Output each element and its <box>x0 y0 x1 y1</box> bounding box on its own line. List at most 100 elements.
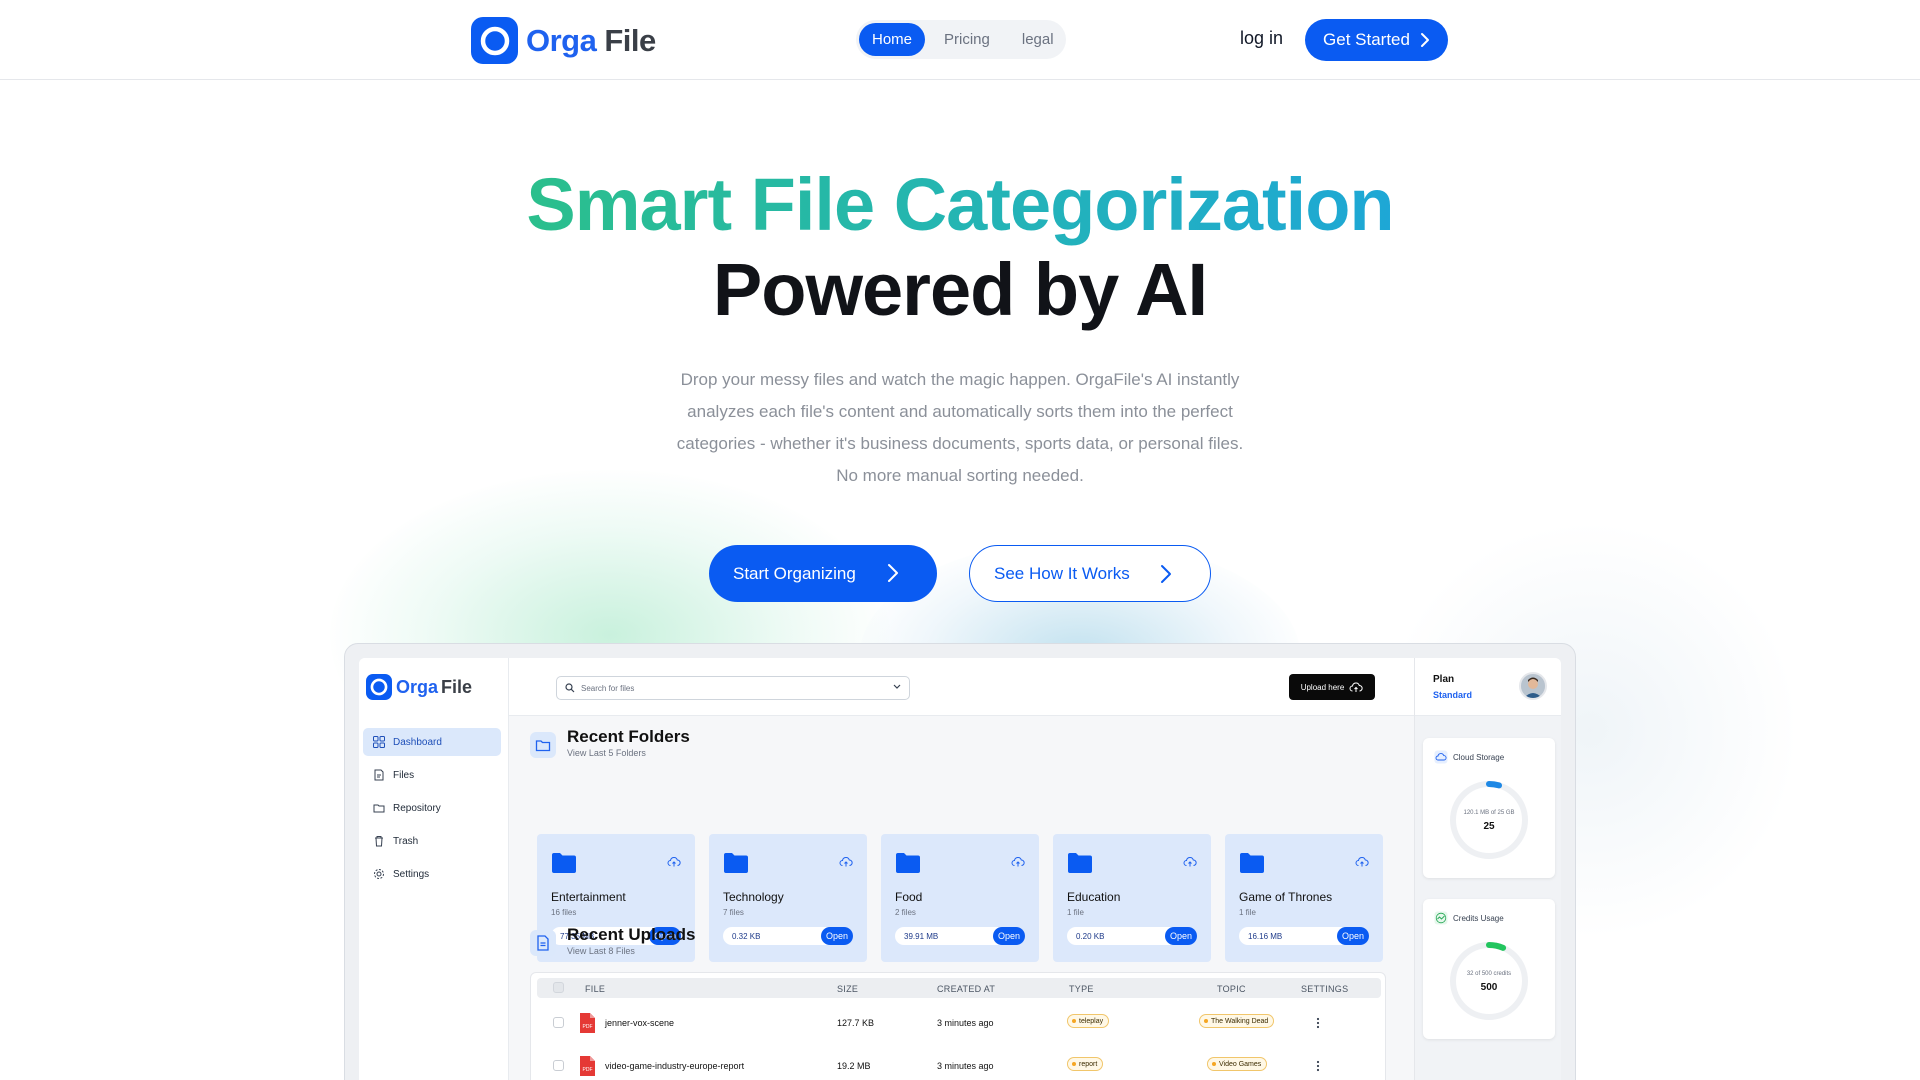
folder-footer: 0.20 KB Open <box>1067 927 1197 945</box>
row-checkbox[interactable] <box>553 1017 564 1028</box>
login-link[interactable]: log in <box>1240 28 1283 49</box>
folder-footer: 0.32 KB Open <box>723 927 853 945</box>
preview-right-panel: Plan Standard Cloud Storage 120.1 MB of … <box>1414 658 1561 1080</box>
sidebar-item-dashboard[interactable]: Dashboard <box>363 728 501 756</box>
column-header-type[interactable]: TYPE <box>1069 984 1094 994</box>
chevron-right-icon <box>1161 565 1171 583</box>
type-badge: report <box>1067 1057 1104 1071</box>
sidebar-item-trash[interactable]: Trash <box>363 827 501 855</box>
open-folder-button[interactable]: Open <box>821 927 853 945</box>
cloud-storage-title: Cloud Storage <box>1453 753 1505 762</box>
chevron-down-icon <box>893 684 901 689</box>
recent-uploads-subtitle: View Last 8 Files <box>567 946 635 956</box>
type-badge: teleplay <box>1067 1014 1110 1028</box>
document-icon <box>530 930 556 956</box>
brand-part-file: File <box>441 676 473 697</box>
table-row[interactable]: PDF video-game-industry-europe-report 19… <box>537 1046 1381 1080</box>
sidebar-item-label: Files <box>393 769 415 781</box>
sidebar-item-label: Dashboard <box>393 736 442 748</box>
nav-legal[interactable]: legal <box>1009 23 1067 56</box>
sidebar-item-label: Settings <box>393 868 430 880</box>
folder-file-count: 1 file <box>1239 908 1256 917</box>
folder-file-count: 16 files <box>551 908 577 917</box>
preview-brand-name: Orga File <box>396 677 472 698</box>
cloud-upload-icon <box>1011 857 1025 867</box>
site-logo[interactable]: Orga File <box>471 17 656 64</box>
more-options-icon[interactable] <box>1316 1060 1320 1072</box>
recent-uploads-title: Recent Uploads <box>567 925 696 944</box>
credits-usage-card: Credits Usage 32 of 500 credits 500 <box>1423 899 1555 1039</box>
type-badge-label: teleplay <box>1079 1017 1104 1025</box>
see-how-it-works-button[interactable]: See How It Works <box>969 545 1211 602</box>
column-header-file[interactable]: FILE <box>585 984 605 994</box>
start-organizing-button[interactable]: Start Organizing <box>709 545 937 602</box>
avatar[interactable] <box>1519 672 1547 700</box>
preview-main: Recent Folders View Last 5 Folders Enter… <box>509 716 1414 1080</box>
cloud-upload-icon <box>1183 857 1197 867</box>
plan-header: Plan Standard <box>1415 658 1561 716</box>
table-header: FILE SIZE CREATED AT TYPE TOPIC SETTINGS <box>537 978 1381 998</box>
svg-text:PDF: PDF <box>583 1024 593 1030</box>
folder-icon <box>1240 853 1264 873</box>
hero-title-line2: Powered by AI <box>712 248 1208 331</box>
open-folder-button[interactable]: Open <box>993 927 1025 945</box>
column-header-topic[interactable]: TOPIC <box>1217 984 1246 994</box>
gear-icon <box>374 869 384 879</box>
logo-icon <box>366 674 392 700</box>
nav-home[interactable]: Home <box>859 23 926 56</box>
logo-icon <box>471 17 518 64</box>
created-at: 3 minutes ago <box>937 1018 994 1028</box>
sidebar-item-files[interactable]: Files <box>363 761 501 789</box>
folder-name: Entertainment <box>551 890 626 904</box>
folder-card[interactable]: Food 2 files 39.91 MB Open <box>881 834 1039 962</box>
hero-subtitle-line: categories - whether it's business docum… <box>676 434 1244 453</box>
type-badge-label: report <box>1079 1060 1098 1068</box>
topic-badge: Video Games <box>1207 1057 1268 1071</box>
pdf-file-icon: PDF <box>580 1056 595 1076</box>
column-header-created[interactable]: CREATED AT <box>937 984 995 994</box>
file-name: jenner-vox-scene <box>605 1018 675 1028</box>
folder-size: 0.20 KB <box>1076 932 1105 941</box>
preview-logo: Orga File <box>366 674 472 700</box>
folder-icon <box>552 853 576 873</box>
chevron-right-icon <box>1420 33 1429 47</box>
column-header-size[interactable]: SIZE <box>837 984 858 994</box>
created-at: 3 minutes ago <box>937 1061 994 1071</box>
folder-card[interactable]: Technology 7 files 0.32 KB Open <box>709 834 867 962</box>
nav-pricing[interactable]: Pricing <box>931 23 1003 56</box>
folder-icon <box>530 732 556 758</box>
upload-button[interactable]: Upload here <box>1289 674 1375 700</box>
sidebar-item-settings[interactable]: Settings <box>363 860 501 888</box>
credits-usage-ring <box>1450 942 1528 1020</box>
folder-name: Technology <box>723 890 784 904</box>
search-input[interactable]: Search for files <box>556 676 910 700</box>
folder-name: Education <box>1067 890 1121 904</box>
credits-usage-value: 500 <box>1480 982 1498 993</box>
file-size: 127.7 KB <box>837 1018 875 1028</box>
sidebar-item-repository[interactable]: Repository <box>363 794 501 822</box>
file-name: video-game-industry-europe-report <box>605 1061 745 1071</box>
row-checkbox[interactable] <box>553 1060 564 1071</box>
more-options-icon[interactable] <box>1316 1017 1320 1029</box>
brand-part-orga: Orga <box>396 676 439 697</box>
folder-card[interactable]: Game of Thrones 1 file 16.16 MB Open <box>1225 834 1383 962</box>
open-folder-button[interactable]: Open <box>1165 927 1197 945</box>
get-started-button[interactable]: Get Started <box>1305 19 1448 61</box>
brand-part-orga: Orga <box>526 22 597 58</box>
chevron-right-icon <box>888 564 898 582</box>
folder-size: 16.16 MB <box>1248 932 1283 941</box>
trash-icon <box>375 836 383 847</box>
folder-card[interactable]: Education 1 file 0.20 KB Open <box>1053 834 1211 962</box>
folder-size: 39.91 MB <box>904 932 939 941</box>
column-header-settings[interactable]: SETTINGS <box>1301 984 1348 994</box>
cloud-upload-icon <box>839 857 853 867</box>
topic-badge-label: The Walking Dead <box>1211 1017 1269 1025</box>
cloud-upload-icon <box>1349 682 1363 692</box>
file-size: 19.2 MB <box>837 1061 871 1071</box>
select-all-checkbox[interactable] <box>553 982 564 993</box>
open-folder-button[interactable]: Open <box>1337 927 1369 945</box>
uploads-table: FILE SIZE CREATED AT TYPE TOPIC SETTINGS… <box>530 972 1386 1080</box>
table-row[interactable]: PDF jenner-vox-scene 127.7 KB 3 minutes … <box>537 1003 1381 1043</box>
folder-file-count: 2 files <box>895 908 916 917</box>
hero-title-line1: Smart File Categorization <box>0 160 1920 250</box>
